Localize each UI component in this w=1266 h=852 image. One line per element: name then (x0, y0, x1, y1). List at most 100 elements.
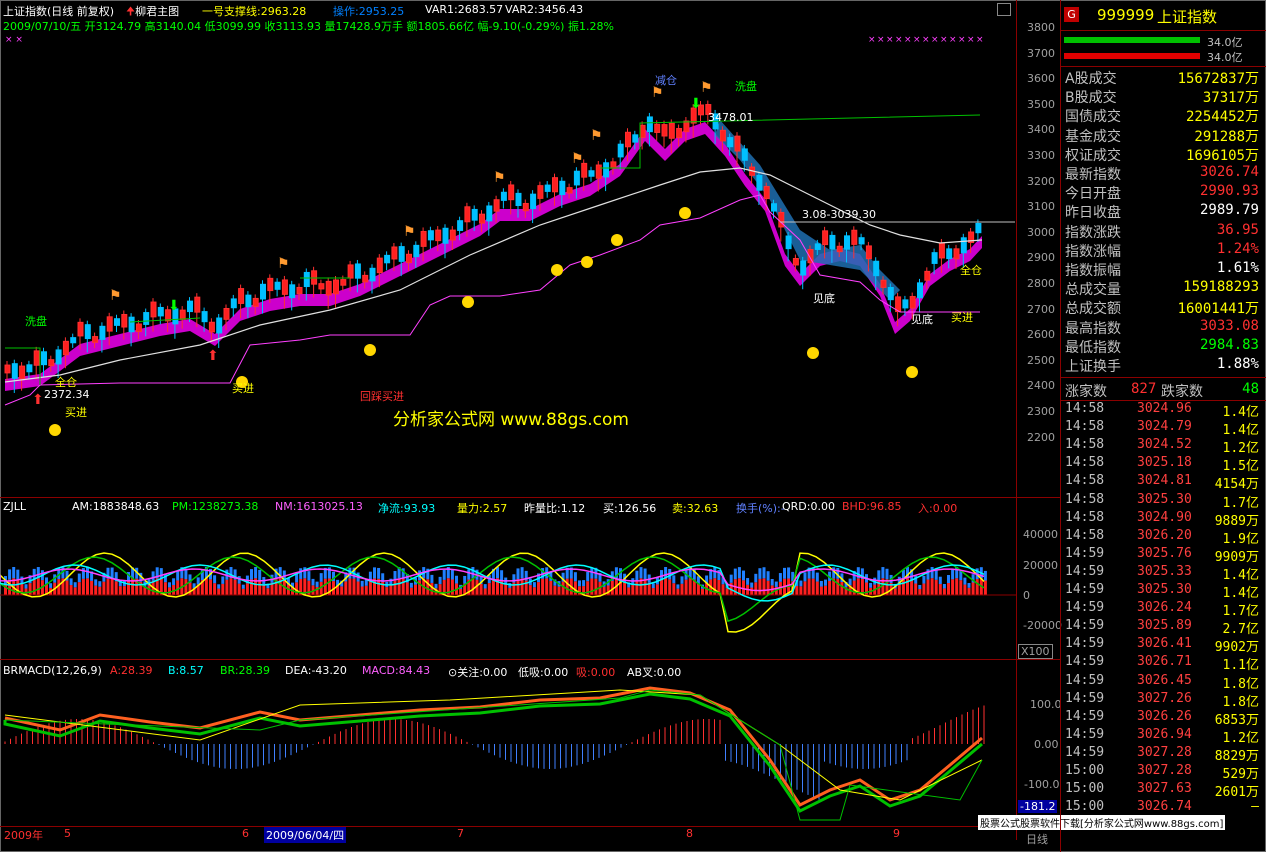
brmacd-panel[interactable]: BRMACD(12,26,9) A:28.39 B:8.57 BR:28.39 … (0, 660, 1016, 826)
month-label: 6 (242, 827, 249, 840)
quote-panel: G 999999 上证指数 34.0亿 34.0亿 A股成交 15672837万 B… (1060, 0, 1266, 852)
quote-row-label: B股成交 (1065, 90, 1117, 107)
volume-bar (815, 581, 819, 595)
volume-bar (168, 582, 171, 588)
tick-volume: 9902万 (1214, 640, 1259, 656)
volume-bar (32, 579, 36, 595)
volume-bar (49, 583, 53, 588)
tick-volume: 1.4亿 (1222, 405, 1259, 420)
price-axis-tick: 2700 (1027, 302, 1055, 316)
volume-bar (213, 575, 217, 584)
zjll-panel[interactable]: ZJLL AM:1883848.63 PM:1238273.38 NM:1613… (0, 498, 1016, 659)
volume-bar (24, 584, 28, 589)
volume-bar (590, 578, 594, 595)
volume-bar (295, 573, 299, 583)
candle (500, 191, 507, 201)
volume-bar (266, 588, 270, 595)
volume-bar (815, 572, 819, 582)
volume-bar (934, 579, 938, 595)
tick-time: 14:59 (1065, 708, 1105, 724)
volume-bar (455, 575, 458, 584)
runner-icon: ⚑ (700, 80, 713, 96)
month-label: 9 (893, 827, 900, 840)
volume-bar (430, 582, 434, 595)
price-axis-tick: 2800 (1027, 277, 1055, 290)
marker: × (976, 35, 984, 45)
quote-row-label: 权证成交 (1065, 147, 1121, 164)
divider (1061, 30, 1266, 31)
tick-time: 14:59 (1065, 636, 1105, 652)
volume-bar (65, 580, 69, 595)
candle (800, 260, 807, 276)
quote-row-label: 国债成交 (1065, 109, 1121, 126)
quote-row-label: 总成交量 (1065, 282, 1121, 299)
volume-bar (803, 572, 807, 582)
arrow-up-icon: ⬆ (32, 392, 44, 408)
volume-bar (594, 578, 598, 595)
price-axis-tick: 2600 (1027, 328, 1055, 342)
candle (559, 180, 566, 196)
brmacd-chart-svg (3, 686, 985, 821)
candle (311, 270, 318, 285)
volume-bar (930, 567, 934, 579)
quote-row-value: 1.88% (1216, 356, 1259, 372)
candle (238, 288, 245, 304)
tick-row: 14:58 3024.90 9889万 (1065, 509, 1259, 529)
volume-bar (516, 568, 520, 580)
volume-bar (229, 578, 233, 595)
volume-bar (508, 587, 512, 595)
volume-bar (573, 572, 577, 582)
tick-volume: 1.5亿 (1222, 459, 1259, 475)
volume-bar (98, 586, 102, 595)
tick-time: 14:59 (1065, 582, 1105, 597)
volume-bar (623, 582, 627, 595)
volume-bar (951, 579, 955, 595)
tick-volume: 1.2亿 (1222, 730, 1259, 746)
volume-bar (344, 581, 348, 595)
main-chart-panel[interactable]: 上证指数(日线 前复权) 🠉柳君主图 一号支撑线:2963.28 操作:2953… (0, 0, 1060, 840)
tick-row: 14:58 3024.81 4154万 (1065, 473, 1259, 492)
volume-bar (450, 579, 454, 595)
volume-bar (672, 583, 676, 595)
tick-row: 14:59 3025.89 2.7亿 (1065, 618, 1259, 637)
candle (734, 135, 741, 152)
volume-bar (963, 577, 967, 585)
marker: × (886, 35, 894, 45)
volume-bar (389, 585, 393, 595)
volume-bar (69, 585, 73, 595)
candle (814, 243, 821, 250)
jiandi-label-1: 见底 (813, 292, 835, 305)
volume-bar (213, 583, 217, 595)
candle (719, 129, 726, 142)
volume-bar (811, 578, 815, 595)
marker: × (967, 35, 975, 45)
high-price-label: 3478.01 (708, 111, 754, 124)
volume-bar (442, 569, 446, 580)
volume-bar (364, 585, 368, 595)
volume-bar (869, 582, 873, 588)
volume-bar (750, 582, 754, 588)
candle (260, 283, 266, 300)
candle (92, 336, 99, 343)
candle (340, 279, 347, 286)
volume-bar (118, 586, 122, 595)
volume-bar (77, 582, 81, 595)
tick-row: 14:59 3026.71 1.1亿 (1065, 654, 1259, 673)
quote-row-label: 总成交额 (1065, 301, 1121, 318)
volume-bar (975, 579, 979, 595)
volume-bar (299, 568, 303, 579)
volume-bar (799, 580, 803, 587)
divider (1061, 377, 1266, 378)
candle (646, 116, 653, 133)
down-count-label: 跌家数 (1161, 384, 1203, 400)
volume-bar (770, 578, 774, 586)
tick-price: 3024.90 (1137, 509, 1192, 525)
volume-bar (746, 578, 750, 585)
quote-row-value: 1696105万 (1185, 147, 1259, 164)
tick-price: 3026.94 (1137, 726, 1192, 742)
candle (41, 351, 47, 366)
volume-bar (877, 570, 881, 581)
candle (223, 308, 230, 320)
tick-price: 3026.41 (1137, 636, 1192, 652)
tick-volume: 1.2亿 (1222, 441, 1259, 457)
